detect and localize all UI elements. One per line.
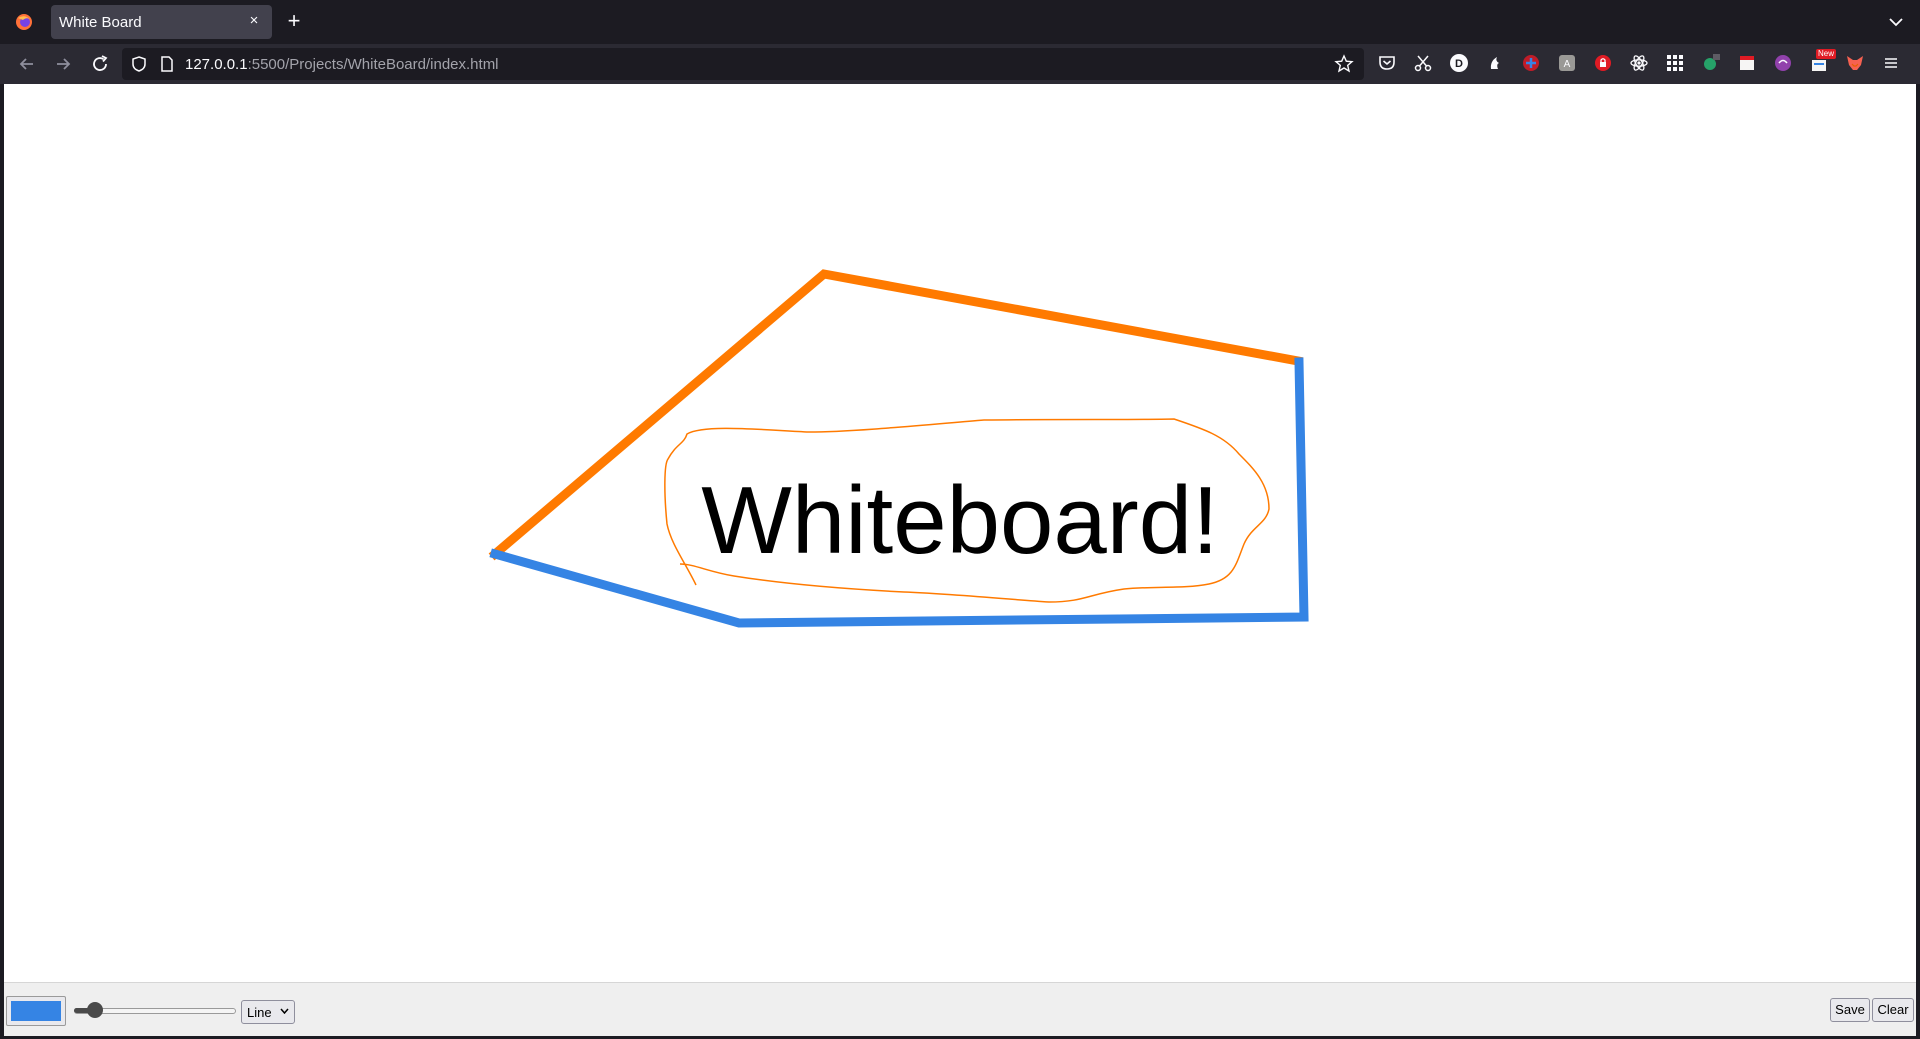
new-tab-icon[interactable]: +	[283, 10, 305, 33]
drawing-toolbar: Line Save Clear	[4, 982, 1916, 1036]
tab-strip: White Board × +	[0, 0, 1920, 44]
extension-leaf-icon[interactable]	[1700, 52, 1722, 74]
page-icon[interactable]	[158, 55, 176, 73]
clear-button[interactable]: Clear	[1872, 998, 1914, 1022]
hamburger-menu-icon[interactable]	[1880, 52, 1902, 74]
tab-close-icon[interactable]: ×	[244, 11, 264, 31]
pocket-icon[interactable]	[1376, 52, 1398, 74]
dark-reader-icon[interactable]	[1484, 52, 1506, 74]
url-text[interactable]: 127.0.0.1:5500/Projects/WhiteBoard/index…	[185, 56, 499, 73]
tab-white-board[interactable]: White Board ×	[51, 5, 272, 39]
shape-select[interactable]: Line	[241, 1000, 295, 1024]
forward-arrow-icon[interactable]	[51, 52, 75, 76]
url-bar[interactable]: 127.0.0.1:5500/Projects/WhiteBoard/index…	[122, 48, 1364, 80]
brush-size-slider[interactable]	[72, 998, 236, 1022]
screenshot-icon[interactable]	[1412, 52, 1434, 74]
new-badge: New	[1816, 49, 1837, 59]
back-arrow-icon[interactable]	[15, 52, 39, 76]
notes-icon[interactable]	[1736, 52, 1758, 74]
bookmark-star-icon[interactable]	[1334, 54, 1354, 74]
navigation-bar: 127.0.0.1:5500/Projects/WhiteBoard/index…	[0, 44, 1920, 84]
ublock-icon[interactable]	[1520, 52, 1542, 74]
d-extension-icon[interactable]: D	[1448, 52, 1470, 74]
shape-select-value: Line	[247, 1005, 272, 1020]
firefox-logo-icon	[16, 14, 32, 30]
color-swatch	[11, 1001, 61, 1021]
svg-text:D: D	[1455, 58, 1463, 70]
tab-title: White Board	[59, 14, 142, 31]
apps-grid-icon[interactable]	[1664, 52, 1686, 74]
color-picker[interactable]	[6, 996, 66, 1026]
slider-thumb[interactable]	[87, 1002, 103, 1018]
page-content: Whiteboard! Line Save Clear	[4, 84, 1916, 1036]
metamask-fox-icon[interactable]	[1844, 52, 1866, 74]
url-path: :5500/Projects/WhiteBoard/index.html	[247, 56, 499, 73]
shield-icon[interactable]	[130, 55, 148, 73]
url-host: 127.0.0.1	[185, 56, 248, 73]
translate-icon[interactable]: A	[1556, 52, 1578, 74]
lock-extension-icon[interactable]	[1592, 52, 1614, 74]
react-devtools-icon[interactable]	[1628, 52, 1650, 74]
svg-text:A: A	[1564, 59, 1571, 70]
chevron-down-icon[interactable]	[1886, 12, 1906, 32]
chevron-down-icon	[280, 1008, 289, 1014]
whiteboard-canvas[interactable]: Whiteboard!	[4, 84, 1916, 982]
whiteboard-text: Whiteboard!	[701, 467, 1219, 574]
reload-icon[interactable]	[88, 52, 112, 76]
save-button[interactable]: Save	[1830, 998, 1870, 1022]
purple-extension-icon[interactable]	[1772, 52, 1794, 74]
